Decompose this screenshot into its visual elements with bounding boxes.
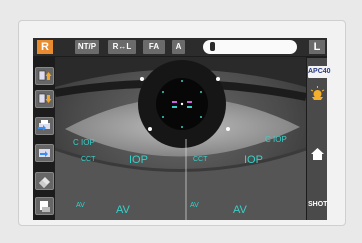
export-button[interactable] <box>35 144 54 162</box>
right-eye-button[interactable]: R <box>37 40 53 54</box>
right-c-iop-label: C IOP <box>265 135 287 144</box>
right-cct-label: CCT <box>193 156 208 163</box>
print-data-button[interactable] <box>35 197 54 215</box>
print-data-icon <box>40 201 50 212</box>
right-av-label: AV <box>233 204 247 216</box>
home-icon <box>311 148 324 160</box>
eraser-icon <box>39 177 50 188</box>
move-down-button[interactable] <box>35 90 54 108</box>
r-l-switch-button[interactable]: R↔L <box>108 40 136 54</box>
left-iop-label: IOP <box>129 154 148 166</box>
ntp-button[interactable]: NT/P <box>75 40 99 54</box>
printer-icon <box>38 120 50 131</box>
apc-button[interactable]: APC40 <box>308 66 331 78</box>
left-av-label: AV <box>116 204 130 216</box>
left-eye-button[interactable]: L <box>309 40 325 54</box>
illumination-button[interactable] <box>308 84 327 102</box>
eye-up-icon <box>38 70 52 81</box>
shot-button[interactable]: SHOT <box>308 196 327 214</box>
status-bar <box>203 40 297 54</box>
erase-button[interactable] <box>35 172 54 190</box>
left-cct-label: CCT <box>81 156 96 163</box>
home-button[interactable] <box>308 145 327 163</box>
export-icon <box>39 149 50 157</box>
move-up-button[interactable] <box>35 67 54 85</box>
left-av-small-label: AV <box>76 202 85 209</box>
left-c-iop-label: C IOP <box>73 138 95 147</box>
right-av-small-label: AV <box>190 202 199 209</box>
eye-down-icon <box>38 93 52 104</box>
a-button[interactable]: A <box>172 40 185 54</box>
right-iop-label: IOP <box>244 154 263 166</box>
fa-button[interactable]: FA <box>143 40 165 54</box>
battery-icon <box>210 42 215 51</box>
print-button[interactable] <box>35 117 54 135</box>
lamp-icon <box>310 86 325 100</box>
